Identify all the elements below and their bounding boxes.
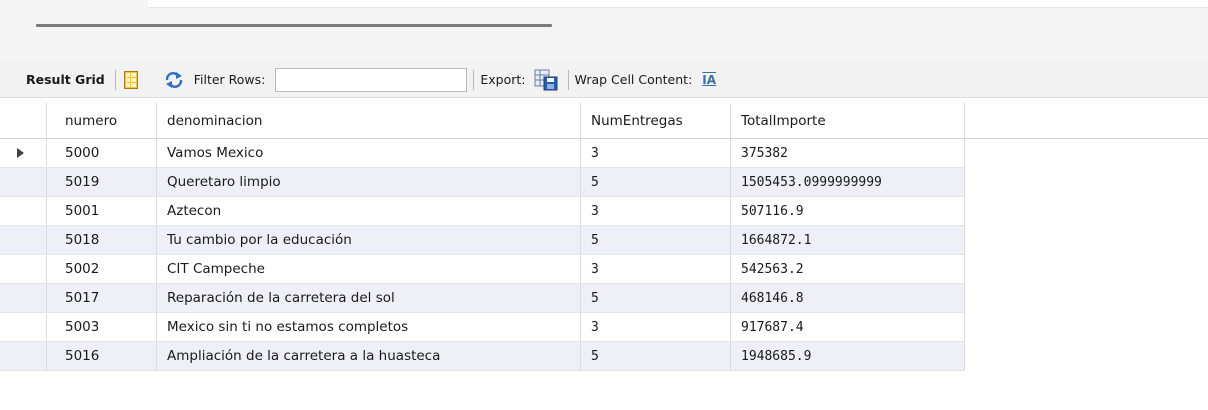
table-row[interactable]: 5001 Aztecon 3 507116.9 <box>0 197 1208 226</box>
cell-numentregas[interactable]: 3 <box>581 197 731 226</box>
row-selector[interactable] <box>0 197 47 226</box>
result-grid-tab[interactable]: Result Grid <box>26 72 105 87</box>
table-row[interactable]: 5002 CIT Campeche 3 542563.2 <box>0 255 1208 284</box>
cell-denominacion[interactable]: Mexico sin ti no estamos completos <box>157 313 581 342</box>
cell-numentregas[interactable]: 5 <box>581 342 731 371</box>
column-header-totalimporte[interactable]: TotalImporte <box>731 103 965 139</box>
column-header-numentregas[interactable]: NumEntregas <box>581 103 731 139</box>
row-selector[interactable] <box>0 139 47 168</box>
export-label: Export: <box>480 72 526 87</box>
table-row[interactable]: 5019 Queretaro limpio 5 1505453.09999999… <box>0 168 1208 197</box>
cell-denominacion[interactable]: Vamos Mexico <box>157 139 581 168</box>
table-row[interactable]: 5003 Mexico sin ti no estamos completos … <box>0 313 1208 342</box>
cell-numentregas[interactable]: 5 <box>581 168 731 197</box>
grid-empty-area <box>965 168 1208 197</box>
cell-totalimporte[interactable]: 375382 <box>731 139 965 168</box>
panel-splitter[interactable] <box>36 24 552 27</box>
cell-numero[interactable]: 5003 <box>47 313 157 342</box>
grid-empty-area <box>965 342 1208 371</box>
cell-denominacion[interactable]: Tu cambio por la educación <box>157 226 581 255</box>
cell-denominacion[interactable]: Aztecon <box>157 197 581 226</box>
editor-strip <box>148 0 1208 8</box>
grid-empty-area <box>965 313 1208 342</box>
grid-view-icon[interactable] <box>123 70 138 89</box>
toolbar-separator <box>114 69 116 90</box>
filter-rows-input[interactable] <box>275 67 468 92</box>
row-selector[interactable] <box>0 342 47 371</box>
toolbar-separator <box>473 69 475 90</box>
cell-denominacion[interactable]: Queretaro limpio <box>157 168 581 197</box>
cell-totalimporte[interactable]: 542563.2 <box>731 255 965 284</box>
editor-bottom-area <box>0 0 1208 62</box>
table-row[interactable]: 5000 Vamos Mexico 3 375382 <box>0 139 1208 168</box>
cell-numero[interactable]: 5000 <box>47 139 157 168</box>
result-toolbar: Result Grid Filter Rows: Export: Wrap Ce… <box>0 62 1208 98</box>
row-selector[interactable] <box>0 255 47 284</box>
table-row[interactable]: 5016 Ampliación de la carretera a la hua… <box>0 342 1208 371</box>
row-selector[interactable] <box>0 168 47 197</box>
row-header-corner <box>0 103 47 139</box>
cell-totalimporte[interactable]: 1948685.9 <box>731 342 965 371</box>
table-row[interactable]: 5017 Reparación de la carretera del sol … <box>0 284 1208 313</box>
cell-numero[interactable]: 5002 <box>47 255 157 284</box>
grid-empty-area <box>965 103 1208 139</box>
row-selector[interactable] <box>0 226 47 255</box>
cell-numentregas[interactable]: 3 <box>581 255 731 284</box>
grid-empty-area <box>965 197 1208 226</box>
toolbar-separator <box>567 69 569 90</box>
cell-totalimporte[interactable]: 468146.8 <box>731 284 965 313</box>
refresh-icon[interactable] <box>164 71 184 89</box>
result-grid: numero denominacion NumEntregas TotalImp… <box>0 103 1208 371</box>
cell-totalimporte[interactable]: 917687.4 <box>731 313 965 342</box>
grid-empty-area <box>965 226 1208 255</box>
row-selector[interactable] <box>0 284 47 313</box>
cell-denominacion[interactable]: Ampliación de la carretera a la huasteca <box>157 342 581 371</box>
cell-totalimporte[interactable]: 1664872.1 <box>731 226 965 255</box>
cell-numero[interactable]: 5017 <box>47 284 157 313</box>
cell-numero[interactable]: 5016 <box>47 342 157 371</box>
cell-numero[interactable]: 5018 <box>47 226 157 255</box>
cell-numentregas[interactable]: 3 <box>581 313 731 342</box>
cell-numero[interactable]: 5019 <box>47 168 157 197</box>
column-header-denominacion[interactable]: denominacion <box>157 103 581 139</box>
cell-numentregas[interactable]: 5 <box>581 226 731 255</box>
cell-numero[interactable]: 5001 <box>47 197 157 226</box>
current-row-arrow-icon <box>16 148 24 158</box>
cell-denominacion[interactable]: Reparación de la carretera del sol <box>157 284 581 313</box>
table-row[interactable]: 5018 Tu cambio por la educación 5 166487… <box>0 226 1208 255</box>
column-header-numero[interactable]: numero <box>47 103 157 139</box>
grid-empty-area <box>965 284 1208 313</box>
cell-totalimporte[interactable]: 507116.9 <box>731 197 965 226</box>
grid-empty-area <box>965 139 1208 168</box>
grid-empty-area <box>965 255 1208 284</box>
filter-rows-label: Filter Rows: <box>193 72 266 87</box>
row-selector[interactable] <box>0 313 47 342</box>
export-grid-icon[interactable] <box>534 69 558 91</box>
wrap-cell-icon[interactable]: IA <box>702 73 716 87</box>
cell-denominacion[interactable]: CIT Campeche <box>157 255 581 284</box>
wrap-cell-label: Wrap Cell Content: <box>574 72 693 87</box>
cell-numentregas[interactable]: 3 <box>581 139 731 168</box>
grid-header: numero denominacion NumEntregas TotalImp… <box>0 103 1208 139</box>
cell-totalimporte[interactable]: 1505453.0999999999 <box>731 168 965 197</box>
cell-numentregas[interactable]: 5 <box>581 284 731 313</box>
